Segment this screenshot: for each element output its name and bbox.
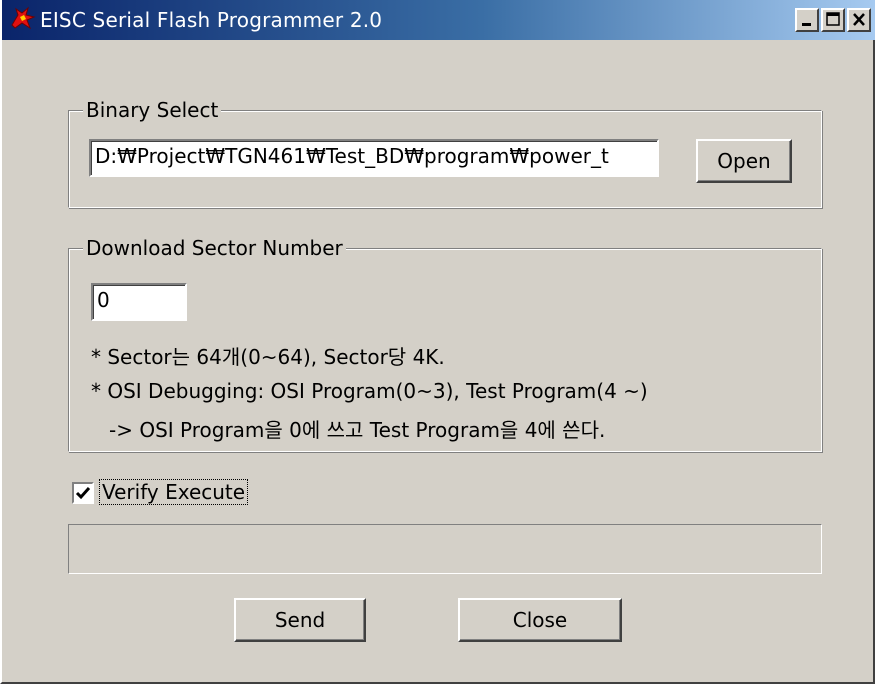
send-button[interactable]: Send [234,598,366,642]
window-title: EISC Serial Flash Programmer 2.0 [40,8,383,32]
progress-bar [68,524,822,574]
open-button[interactable]: Open [696,139,792,183]
download-sector-group: Download Sector Number 0 * Sector는 64개(0… [68,234,822,452]
binary-select-group: Binary Select D:₩Project₩TGN461₩Test_BD₩… [68,96,822,208]
close-button[interactable]: Close [458,598,622,642]
binary-path-field[interactable]: D:₩Project₩TGN461₩Test_BD₩program₩power_… [89,139,659,177]
close-window-button[interactable] [847,8,871,32]
close-icon [853,13,865,26]
minimize-button[interactable] [795,8,819,32]
sector-number-field[interactable]: 0 [91,283,187,321]
dialog-window: EISC Serial Flash Programmer 2.0 Binary … [0,0,875,684]
minimize-icon [802,23,811,26]
maximize-button[interactable] [821,8,845,32]
binary-select-label: Binary Select [83,96,222,124]
verify-execute-label[interactable]: Verify Execute [98,479,249,505]
verify-execute-checkbox[interactable] [72,482,94,504]
title-bar[interactable]: EISC Serial Flash Programmer 2.0 [2,0,875,40]
download-sector-label: Download Sector Number [83,234,346,262]
app-icon [2,5,40,35]
sector-note-2: * OSI Debugging: OSI Program(0~3), Test … [91,379,648,403]
checkmark-icon [75,487,91,500]
maximize-icon [826,12,840,26]
sector-note-3: -> OSI Program을 0에 쓰고 Test Program을 4에 쓴… [109,418,606,442]
sector-note-1: * Sector는 64개(0~64), Sector당 4K. [91,345,445,369]
